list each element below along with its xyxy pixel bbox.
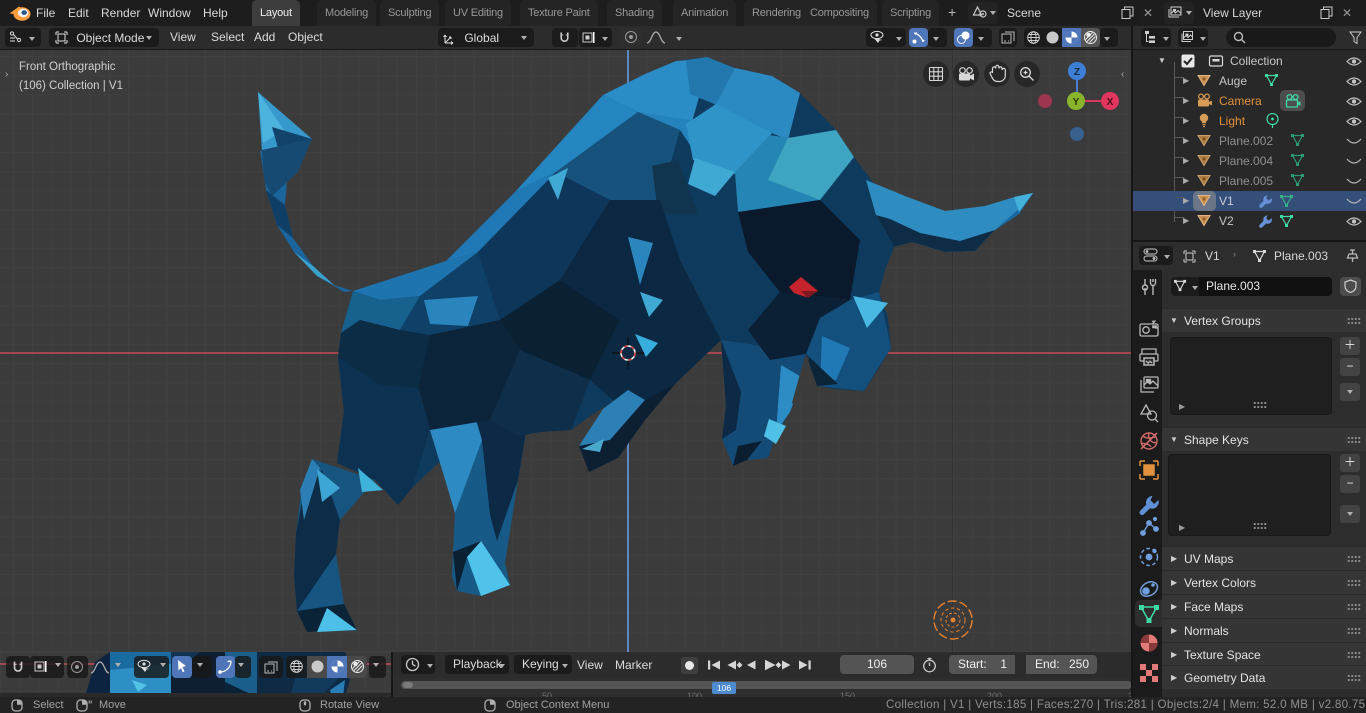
svg-text:›: › <box>5 69 8 80</box>
svg-text:‹: ‹ <box>1121 69 1124 80</box>
svg-text:X: X <box>1107 97 1114 108</box>
svg-text:Z: Z <box>1074 67 1080 78</box>
svg-text:Y: Y <box>1073 97 1080 108</box>
